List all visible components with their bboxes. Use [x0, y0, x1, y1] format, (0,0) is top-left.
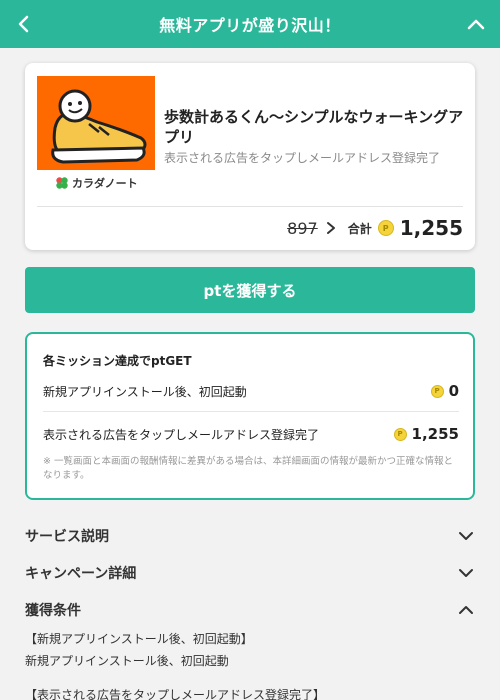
mission-points: P 1,255	[393, 425, 459, 443]
points-summary: 897 合計 P 1,255	[287, 216, 463, 240]
offer-condition: 表示される広告をタップしメールアドレス登録完了	[164, 151, 441, 165]
mission-points-value: 0	[448, 382, 459, 400]
chevron-up-icon	[467, 19, 485, 30]
condition-heading: 【表示される広告をタップしメールアドレス登録完了】	[25, 688, 326, 700]
accordion-acquisition-conditions[interactable]: 獲得条件	[25, 598, 475, 622]
total-label: 合計	[347, 221, 372, 236]
chevron-down-icon	[459, 532, 473, 540]
point-coin-icon: P	[393, 427, 407, 441]
mission-label: 表示される広告をタップしメールアドレス登録完了	[43, 427, 320, 442]
mission-points-value: 1,255	[411, 425, 459, 443]
accordion-service-description[interactable]: サービス説明	[25, 524, 475, 548]
mission-row: 表示される広告をタップしメールアドレス登録完了 P 1,255	[43, 425, 459, 443]
shoe-mascot-icon	[37, 76, 155, 170]
clover-logo-icon	[56, 177, 68, 189]
chevron-down-icon	[459, 569, 473, 577]
brand-logo: カラダノート	[55, 175, 138, 191]
missions-note: ※ 一覧画面と本画面の報酬情報に差異がある場合は、本詳細画面の情報が最新かつ正確…	[43, 456, 453, 481]
condition-text: 新規アプリインストール後、初回起動	[25, 654, 229, 668]
old-points: 897	[287, 218, 318, 238]
mission-points: P 0	[430, 382, 459, 400]
header-title: 無料アプリが盛り沢山！	[159, 16, 341, 35]
accordion-label: サービス説明	[25, 529, 109, 545]
missions-title: 各ミッション達成でptGET	[43, 354, 192, 368]
mission-label: 新規アプリインストール後、初回起動	[43, 384, 247, 399]
chevron-left-icon	[18, 15, 29, 33]
accordion-campaign-details[interactable]: キャンペーン詳細	[25, 561, 475, 585]
app-title: 歩数計あるくん〜シンプルなウォーキングアプリ	[164, 108, 464, 146]
brand-name: カラダノート	[72, 177, 138, 190]
chevron-up-icon	[459, 606, 473, 614]
divider	[37, 206, 463, 207]
accordion-label: キャンペーン詳細	[25, 566, 137, 582]
accordion-label: 獲得条件	[25, 603, 81, 619]
back-button[interactable]	[12, 12, 36, 36]
missions-panel: 各ミッション達成でptGET 新規アプリインストール後、初回起動 P 0 表示さ…	[25, 332, 475, 500]
get-points-button[interactable]: ptを獲得する	[25, 267, 475, 313]
point-coin-icon: P	[377, 220, 394, 236]
condition-heading: 【新規アプリインストール後、初回起動】	[25, 632, 253, 646]
total-points: 1,255	[399, 216, 463, 240]
offer-card: カラダノート 歩数計あるくん〜シンプルなウォーキングアプリ 表示される広告をタッ…	[25, 63, 475, 250]
mission-row: 新規アプリインストール後、初回起動 P 0	[43, 382, 459, 400]
app-thumbnail[interactable]	[37, 76, 155, 170]
point-coin-icon: P	[430, 384, 444, 398]
top-bar: 無料アプリが盛り沢山！	[0, 0, 500, 48]
collapse-header-button[interactable]	[464, 12, 488, 36]
chevron-right-icon	[326, 222, 335, 234]
divider	[43, 411, 459, 412]
